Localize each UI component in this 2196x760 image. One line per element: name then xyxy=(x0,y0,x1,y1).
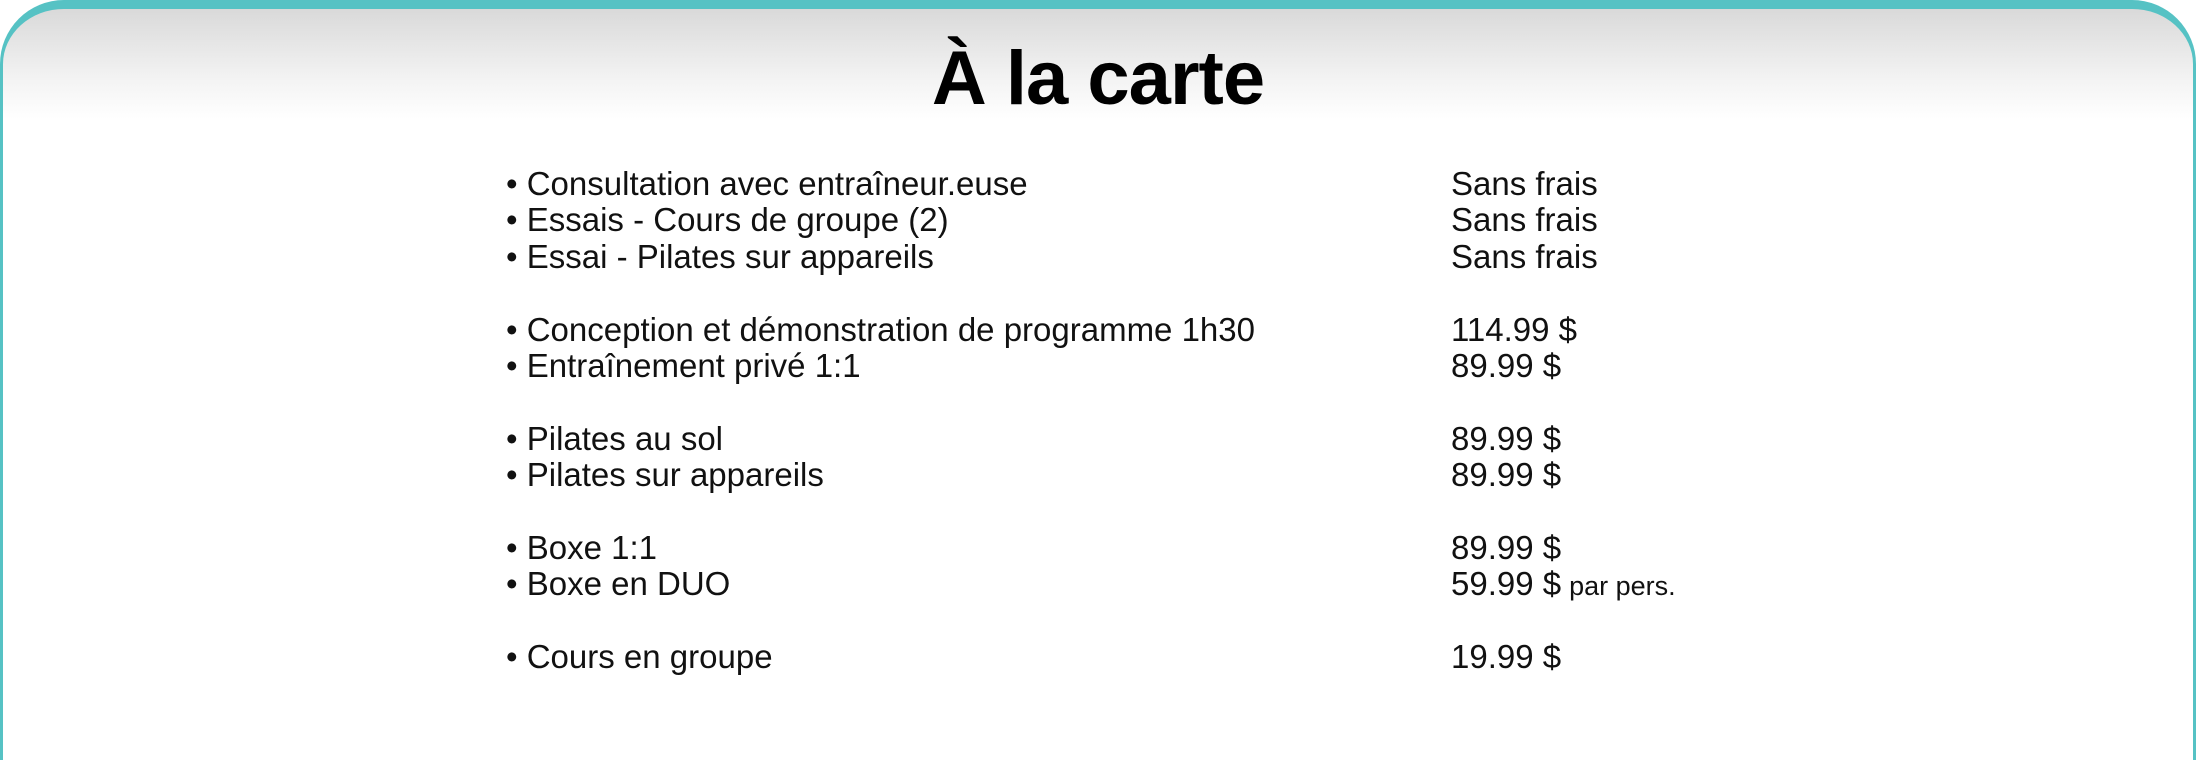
item-price: 89.99 $ xyxy=(1451,456,1562,494)
item-price: 89.99 $ xyxy=(1451,346,1562,384)
list-item: • Entraînement privé 1:1 89.99 $ xyxy=(506,346,1806,384)
item-label: • Conception et démonstration de program… xyxy=(506,310,1255,348)
item-label: • Pilates au sol xyxy=(506,419,723,457)
list-item: • Boxe en DUO 59.99 $ par pers. xyxy=(506,565,1806,604)
item-label: • Essai - Pilates sur appareils xyxy=(506,237,934,275)
list-item: • Boxe 1:1 89.99 $ xyxy=(506,528,1806,566)
item-price: 19.99 $ xyxy=(1451,638,1562,676)
item-price: 114.99 $ xyxy=(1451,310,1578,348)
item-price: Sans frais xyxy=(1451,201,1598,239)
item-price: 89.99 $ xyxy=(1451,528,1562,566)
item-price: 59.99 $ par pers. xyxy=(1451,566,1676,604)
item-price: Sans frais xyxy=(1451,165,1598,202)
price-note: par pers. xyxy=(1569,571,1676,602)
list-item: • Essai - Pilates sur appareils Sans frai… xyxy=(506,237,1806,275)
item-price: 89.99 $ xyxy=(1451,419,1562,457)
item-label: • Boxe en DUO xyxy=(506,565,731,603)
page-title: À la carte xyxy=(931,36,1265,121)
item-label: • Entraînement privé 1:1 xyxy=(506,346,861,384)
item-label: • Essais - Cours de groupe (2) xyxy=(506,201,949,239)
item-price: Sans frais xyxy=(1451,237,1598,275)
item-label: • Cours en groupe xyxy=(506,638,773,676)
list-item: • Pilates au sol 89.99 $ xyxy=(506,419,1806,457)
price-value: 59.99 $ xyxy=(1451,565,1562,603)
list-item: • Pilates sur appareils 89.99 $ xyxy=(506,456,1806,494)
item-label: • Consultation avec entraîneur.euse xyxy=(506,165,1028,202)
item-label: • Boxe 1:1 xyxy=(506,528,657,566)
list-item: • Cours en groupe 19.99 $ xyxy=(506,638,1806,676)
list-item: • Consultation avec entraîneur.euse Sans … xyxy=(506,165,1806,202)
item-label: • Pilates sur appareils xyxy=(506,456,824,494)
list-item: • Essais - Cours de groupe (2) Sans frais xyxy=(506,201,1806,239)
price-list: • Consultation avec entraîneur.euse Sans … xyxy=(506,165,1806,676)
list-item: • Conception et démonstration de program… xyxy=(506,310,1806,348)
